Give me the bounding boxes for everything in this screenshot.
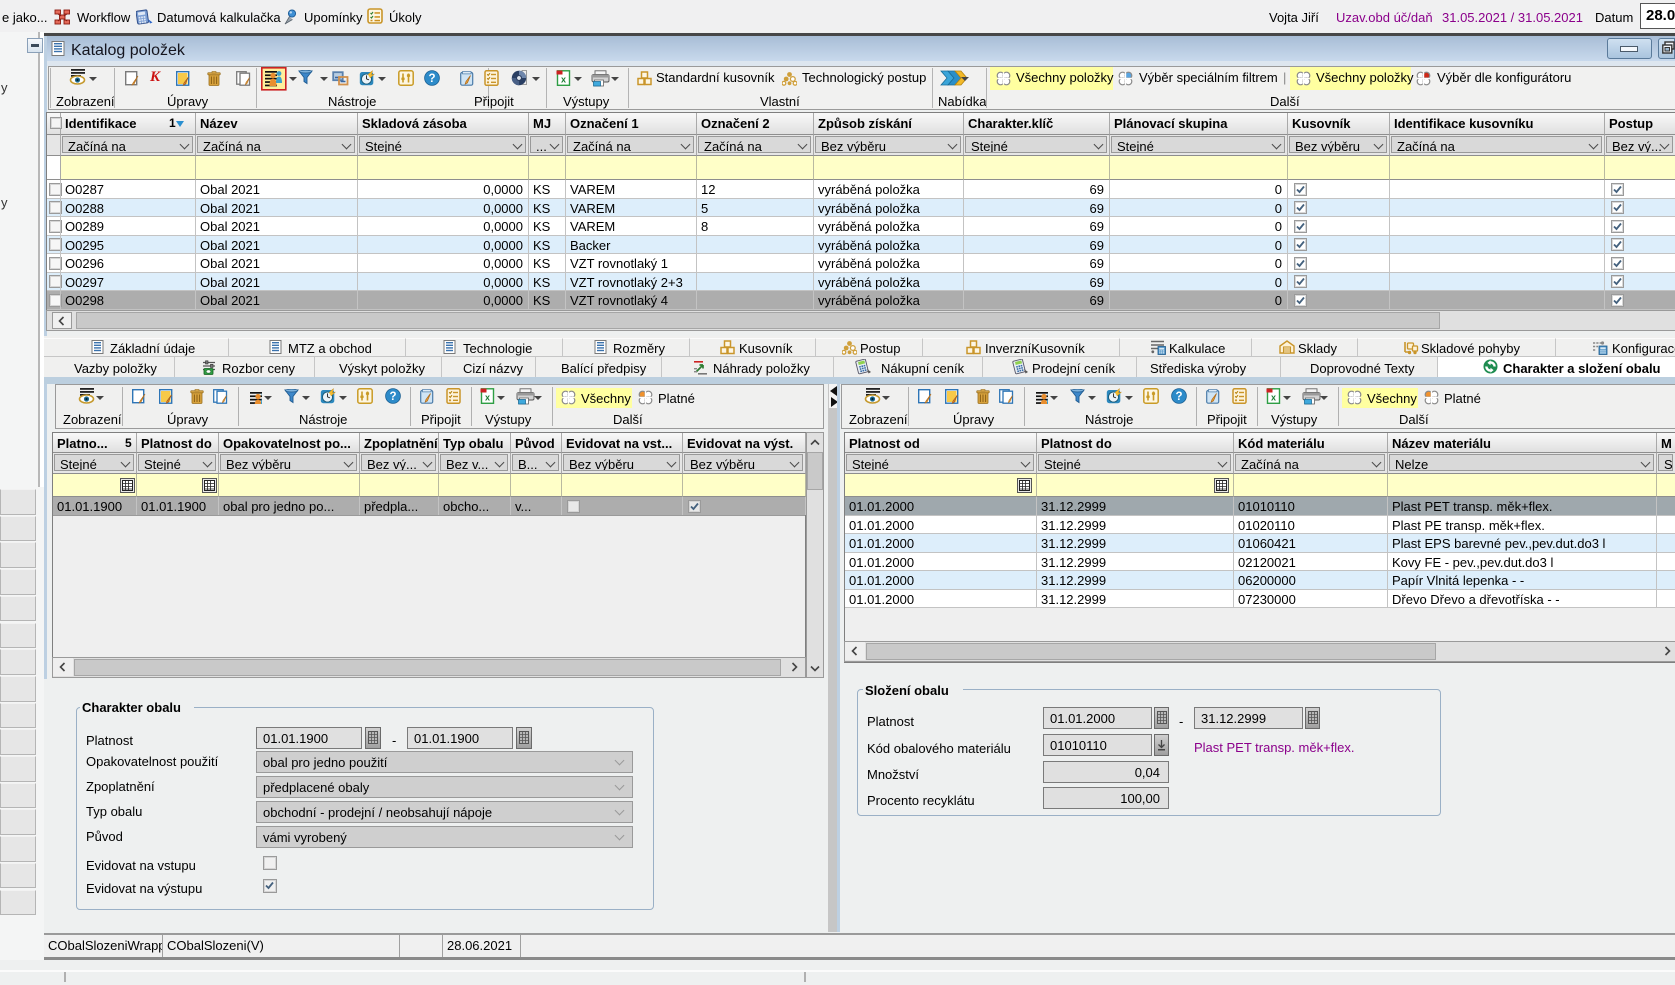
svg-text:x: x [1271,393,1276,403]
svg-text:x: x [561,75,566,85]
svg-text:x: x [485,393,490,403]
svg-text:?: ? [389,391,396,403]
svg-text:?: ? [428,73,435,85]
svg-text:?: ? [1175,391,1182,403]
